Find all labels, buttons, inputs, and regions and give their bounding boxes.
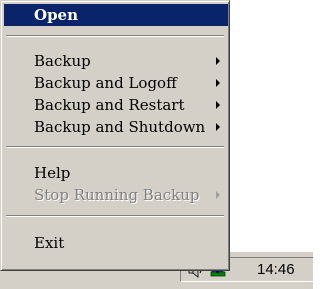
menu-item-stop-running-backup: Stop Running Backup [4, 184, 228, 206]
menu-item-label: Exit [34, 234, 65, 252]
menu-item-exit[interactable]: Exit [4, 232, 228, 254]
menu-item-label: Backup and Logoff [34, 74, 177, 92]
menu-item-label: Backup and Restart [34, 96, 185, 114]
menu-item-label: Stop Running Backup [34, 186, 200, 204]
submenu-arrow-icon [216, 191, 220, 199]
tray-context-menu: Open Backup Backup and Logoff Backup and… [0, 0, 230, 271]
menu-item-backup[interactable]: Backup [4, 50, 228, 72]
submenu-arrow-icon [216, 57, 220, 65]
menu-separator [6, 146, 224, 148]
menu-item-backup-and-logoff[interactable]: Backup and Logoff [4, 72, 228, 94]
menu-item-backup-and-restart[interactable]: Backup and Restart [4, 94, 228, 116]
menu-item-label: Backup [34, 52, 91, 70]
submenu-arrow-icon [216, 101, 220, 109]
menu-item-backup-and-shutdown[interactable]: Backup and Shutdown [4, 116, 228, 138]
menu-item-label: Open [34, 6, 79, 24]
menu-item-label: Backup and Shutdown [34, 118, 206, 136]
menu-item-help[interactable]: Help [4, 162, 228, 184]
clock[interactable]: 14:46 [257, 261, 295, 278]
menu-item-open[interactable]: Open [4, 4, 228, 26]
menu-separator [6, 215, 224, 217]
menu-item-label: Help [34, 164, 71, 182]
submenu-arrow-icon [216, 79, 220, 87]
submenu-arrow-icon [216, 123, 220, 131]
menu-separator [6, 35, 224, 37]
